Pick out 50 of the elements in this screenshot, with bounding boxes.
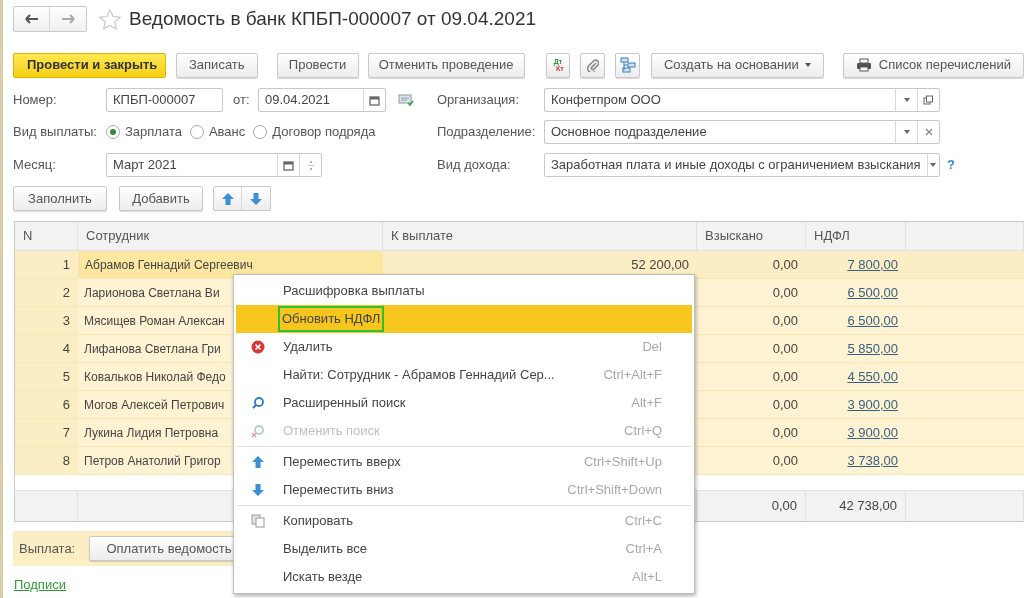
table-cell-text: 0,00 — [772, 423, 798, 442]
field-label: Подразделение: — [437, 123, 537, 142]
column-header: Сотрудник — [78, 222, 383, 250]
column-header: НДФЛ — [806, 222, 906, 250]
table-cell-text: 8 — [62, 451, 70, 470]
table-cell-text: 3 — [62, 311, 70, 330]
shortcut-label: Ctrl+Alt+F — [603, 366, 663, 385]
table-cell-text: Лукина Лидия Петровна — [84, 424, 219, 442]
table-cell-text: 0,00 — [772, 451, 798, 470]
field-label: Вид дохода: — [437, 156, 512, 175]
total-cell-text: 0,00 — [771, 497, 797, 516]
column-header: К выплате — [383, 222, 697, 250]
table-cell-text: 0,00 — [772, 283, 798, 302]
field-label: Выплата: — [19, 539, 77, 558]
table-cell-text: Ковальков Николай Федо — [84, 368, 226, 386]
table-cell-text: 0,00 — [772, 311, 798, 330]
table-cell-text: 0,00 — [772, 395, 798, 414]
table-cell-text: Лифанова Светлана Гри — [84, 340, 221, 358]
table-cell-text: 0,00 — [772, 255, 798, 274]
table-cell-text: 52 200,00 — [631, 255, 689, 274]
window-title: Ведомость в банк КПБП-000007 от 09.04.2021 — [129, 6, 537, 31]
table-cell-text: 5 — [62, 367, 70, 386]
table-cell-text: Абрамов Геннадий Сергеевич — [85, 257, 253, 274]
table-cell-text: Петров Анатолий Григор — [84, 452, 221, 470]
table-cell-text: Могов Алексей Петрович — [84, 396, 225, 414]
table-cell-text: 1 — [62, 255, 70, 274]
table-cell-text: Мясищев Роман Алексан — [84, 312, 225, 330]
column-header: Взыскано — [697, 222, 806, 250]
field-label: Вид выплаты: — [13, 123, 98, 142]
table-cell-text: 6 — [62, 395, 70, 414]
table-cell-text: Ларионова Светлана Ви — [84, 284, 220, 302]
column-header: N — [15, 222, 78, 250]
total-cell-text: 42 738,00 — [839, 497, 897, 516]
field-label: Месяц: — [13, 156, 57, 175]
table-cell-text: 4 — [62, 339, 70, 358]
table-cell-text: 0,00 — [772, 367, 798, 386]
shortcut-label: Ctrl+Shift+Down — [567, 481, 663, 500]
shortcut-label: Alt+L — [632, 568, 663, 587]
table-cell-text: 0,00 — [772, 339, 798, 358]
field-label: Организация: — [437, 91, 521, 110]
shortcut-label: Ctrl+Q — [624, 422, 663, 441]
field-label: Номер: — [13, 91, 58, 110]
shortcut-label: Ctrl+Shift+Up — [583, 453, 663, 472]
shortcut-label: Ctrl+C — [624, 512, 663, 531]
shortcut-label: Ctrl+A — [625, 540, 663, 559]
table-cell-text: 7 — [62, 423, 70, 442]
shortcut-label: Del — [642, 338, 663, 357]
field-label: от: — [233, 91, 251, 110]
table-cell-text: 2 — [62, 283, 70, 302]
shortcut-label: Alt+F — [631, 394, 663, 413]
